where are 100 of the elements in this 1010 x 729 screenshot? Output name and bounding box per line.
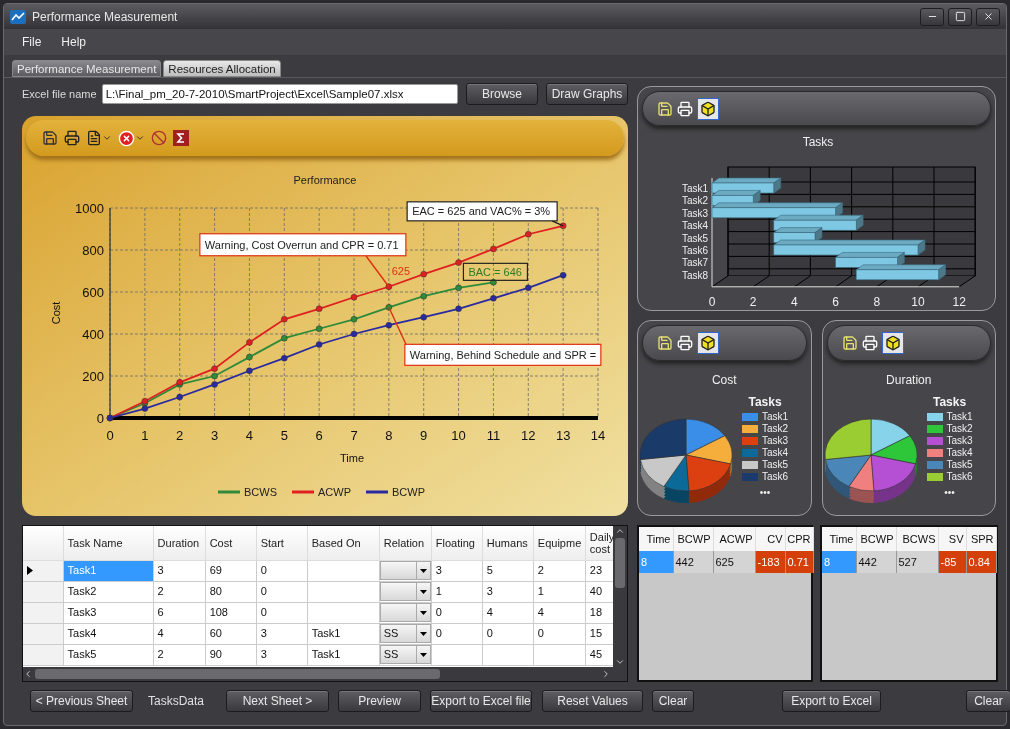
axis-tick-label: Task7 [681, 257, 708, 269]
caret-icon[interactable] [102, 133, 112, 143]
printer-icon[interactable] [64, 130, 80, 146]
button[interactable]: Export to Excel [782, 690, 882, 712]
axis-tick-label: 0 [96, 411, 104, 426]
table-cell[interactable] [307, 581, 380, 602]
table-cell[interactable]: Task1 [307, 623, 380, 644]
printer-icon[interactable] [677, 335, 693, 351]
vertical-scrollbar[interactable] [613, 526, 627, 667]
table-cell[interactable]: 0 [431, 602, 483, 623]
legend-item: BCWS [218, 486, 277, 498]
file-path-field[interactable]: L:\Final_pm_20-7-2010\SmartProject\Excel\Sample07.xlsx [101, 84, 458, 104]
button[interactable]: Draw Graphs [546, 83, 628, 105]
table-cell[interactable]: 69 [205, 560, 257, 581]
dropdown[interactable]: SS [379, 645, 431, 664]
column-header[interactable]: Relation [379, 526, 432, 560]
column-header[interactable]: Task Name [63, 526, 154, 560]
printer-icon[interactable] [861, 335, 878, 351]
table-cell[interactable]: 80 [205, 581, 257, 602]
maximize-button[interactable] [948, 7, 972, 26]
table-cell[interactable]: 3 [431, 560, 483, 581]
table-cell[interactable]: 6 [153, 602, 206, 623]
table-cell[interactable]: 90 [205, 644, 257, 665]
table-cell[interactable]: 3 [482, 581, 534, 602]
axis-tick-label: 11 [486, 428, 501, 443]
prohibited-icon[interactable] [151, 130, 167, 146]
column-header[interactable]: Duration [153, 526, 206, 560]
table-cell[interactable]: 4 [482, 602, 534, 623]
annotation: Warning, Cost Overrun and CPR = 0.71 [204, 238, 399, 251]
table-cell[interactable]: 3 [256, 644, 308, 665]
scroll-down-icon[interactable] [615, 657, 625, 667]
table-cell[interactable]: Task3 [63, 602, 154, 623]
printer-icon[interactable] [677, 100, 693, 117]
cube-toggle[interactable] [697, 97, 719, 120]
button[interactable]: Browse [466, 83, 538, 105]
table-cell[interactable]: 60 [205, 623, 257, 644]
table-cell[interactable]: 5 [482, 560, 534, 581]
table-cell[interactable] [307, 560, 380, 581]
table-cell[interactable]: 4 [533, 602, 586, 623]
table-cell[interactable] [431, 644, 483, 665]
table-cell[interactable]: 108 [205, 602, 257, 623]
button[interactable]: Reset Values [542, 690, 644, 712]
column-header[interactable]: Based On [307, 526, 380, 560]
table-cell[interactable]: 2 [153, 581, 206, 602]
legend-label: Task4 [762, 447, 789, 459]
table-cell: 625 [713, 551, 755, 573]
row-header[interactable] [23, 560, 64, 581]
table-cell[interactable]: 0 [533, 623, 586, 644]
column-header[interactable]: Equipme [533, 526, 586, 560]
table-cell[interactable]: 1 [431, 581, 483, 602]
point-label: 625 [391, 264, 411, 277]
horizontal-scrollbar[interactable] [23, 667, 627, 681]
table-cell[interactable]: 3 [153, 560, 206, 581]
table-cell[interactable] [482, 644, 534, 665]
close-circle-icon[interactable] [118, 129, 135, 147]
table-cell[interactable] [307, 602, 380, 623]
tab[interactable]: Performance Measurement [12, 60, 162, 77]
table-cell[interactable]: 1 [533, 581, 586, 602]
column-header[interactable]: Humans [482, 526, 534, 560]
save-icon[interactable] [42, 130, 58, 146]
table-cell[interactable]: 0 [256, 581, 308, 602]
table-cell[interactable]: 0 [482, 623, 534, 644]
dropdown[interactable]: SS [379, 624, 431, 643]
point [455, 259, 462, 266]
close-button[interactable] [976, 7, 1000, 26]
table-cell[interactable]: Task4 [63, 623, 154, 644]
button[interactable]: < Previous Sheet [30, 690, 133, 712]
scroll-right-icon[interactable] [601, 669, 611, 679]
tab[interactable]: Resources Allocation [163, 60, 281, 77]
page-icon[interactable] [86, 130, 102, 146]
menu-item[interactable]: File [22, 33, 42, 51]
button[interactable]: Clear [966, 690, 1010, 712]
button[interactable]: Next Sheet > [226, 690, 330, 712]
column-header[interactable]: Start [256, 526, 308, 560]
table-cell[interactable]: 2 [153, 644, 206, 665]
scroll-left-icon[interactable] [23, 669, 33, 679]
axis-tick-label: 4 [791, 295, 798, 309]
button[interactable]: Clear [652, 690, 695, 712]
table-cell[interactable]: Task1 [307, 644, 380, 665]
column-header[interactable]: Floating [431, 526, 483, 560]
button[interactable]: Export to Excel file [430, 690, 533, 712]
scroll-up-icon[interactable] [615, 526, 625, 536]
table-cell[interactable]: 0 [256, 560, 308, 581]
menu-item[interactable]: Help [61, 33, 87, 51]
table-cell[interactable]: 0 [431, 623, 483, 644]
caret-icon[interactable] [135, 133, 145, 143]
cube-toggle[interactable] [881, 332, 904, 354]
table-cell: 442 [856, 551, 896, 573]
button[interactable]: Preview [338, 690, 422, 712]
column-header[interactable]: Cost [205, 526, 257, 560]
caret-icon [419, 631, 427, 636]
table-cell[interactable] [533, 644, 586, 665]
table-cell[interactable]: Task2 [63, 581, 154, 602]
table-cell[interactable]: Task5 [63, 644, 154, 665]
cube-toggle[interactable] [697, 332, 719, 354]
sigma-tile-icon[interactable] [173, 130, 189, 146]
table-cell[interactable]: 0 [256, 602, 308, 623]
table-cell[interactable]: 4 [153, 623, 206, 644]
table-cell[interactable]: 3 [256, 623, 308, 644]
table-cell[interactable]: 2 [533, 560, 586, 581]
